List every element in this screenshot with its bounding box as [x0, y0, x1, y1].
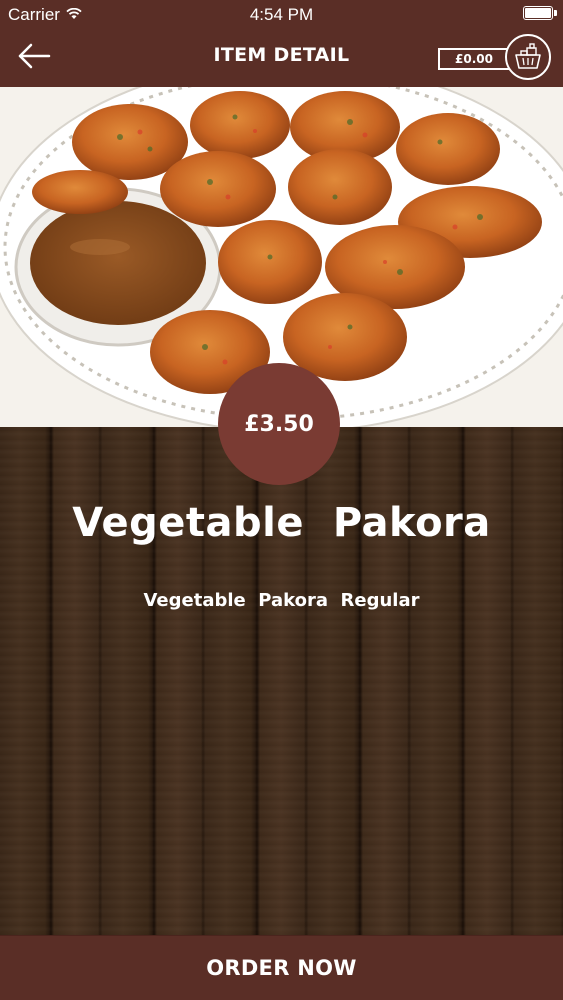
item-description: Vegetable Pakora Regular — [143, 590, 420, 611]
cart-total-button[interactable]: £0.00 — [438, 48, 510, 70]
item-name: Vegetable Pakora — [72, 500, 491, 546]
status-right — [523, 6, 557, 20]
basket-button[interactable] — [505, 34, 551, 80]
app-screen: Carrier 4:54 PM ITEM DETAIL £0.00 £3.50 … — [0, 0, 563, 1000]
header-bar: ITEM DETAIL £0.00 — [0, 30, 563, 87]
status-time: 4:54 PM — [249, 5, 314, 24]
price-badge: £3.50 — [218, 363, 340, 485]
battery-icon — [523, 6, 557, 20]
status-bar: Carrier 4:54 PM — [0, 0, 563, 30]
order-now-button[interactable]: ORDER NOW — [0, 935, 563, 1000]
basket-icon — [515, 43, 541, 69]
